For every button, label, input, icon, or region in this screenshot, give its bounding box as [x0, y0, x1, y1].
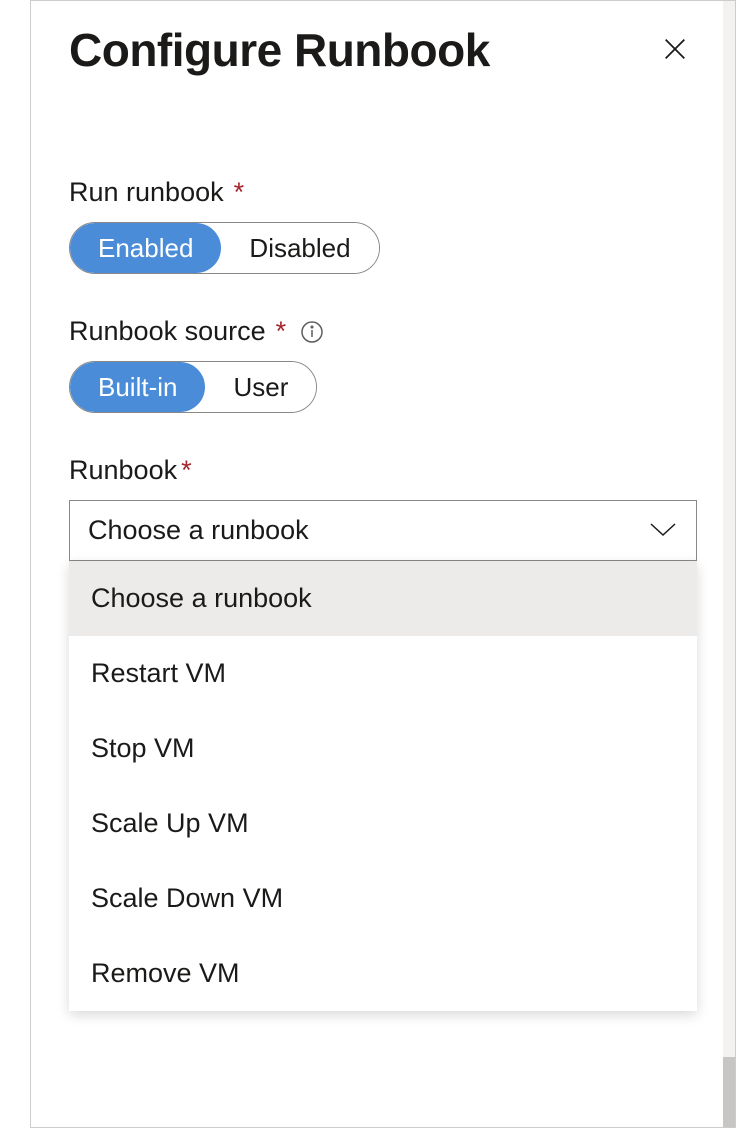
- configure-runbook-panel: Configure Runbook Run runbook * Enabled …: [30, 0, 736, 1128]
- scrollbar-thumb[interactable]: [723, 1057, 735, 1127]
- run-runbook-toggle: Enabled Disabled: [69, 222, 380, 274]
- runbook-source-label-text: Runbook source: [69, 316, 266, 347]
- run-runbook-label: Run runbook *: [69, 177, 697, 208]
- runbook-source-label: Runbook source *: [69, 316, 697, 347]
- runbook-source-toggle: Built-in User: [69, 361, 317, 413]
- runbook-source-field: Runbook source * Built-in User: [69, 316, 697, 413]
- runbook-option-restart-vm[interactable]: Restart VM: [69, 636, 697, 711]
- runbook-option-scale-up-vm[interactable]: Scale Up VM: [69, 786, 697, 861]
- runbook-option-placeholder[interactable]: Choose a runbook: [69, 561, 697, 636]
- run-runbook-enabled-option[interactable]: Enabled: [70, 223, 221, 273]
- runbook-source-builtin-option[interactable]: Built-in: [70, 362, 205, 412]
- run-runbook-field: Run runbook * Enabled Disabled: [69, 177, 697, 274]
- panel-title: Configure Runbook: [69, 23, 490, 77]
- runbook-dropdown-button[interactable]: Choose a runbook: [69, 500, 697, 561]
- required-asterisk: *: [181, 455, 192, 486]
- info-icon[interactable]: [300, 320, 324, 344]
- panel-content: Run runbook * Enabled Disabled Runbook s…: [31, 87, 735, 561]
- runbook-source-user-option[interactable]: User: [205, 362, 316, 412]
- panel-header: Configure Runbook: [31, 1, 735, 87]
- run-runbook-disabled-option[interactable]: Disabled: [221, 223, 378, 273]
- runbook-dropdown-list: Choose a runbook Restart VM Stop VM Scal…: [69, 561, 697, 1011]
- close-button[interactable]: [653, 28, 697, 72]
- runbook-option-stop-vm[interactable]: Stop VM: [69, 711, 697, 786]
- chevron-down-icon: [648, 515, 678, 546]
- runbook-field: Runbook * Choose a runbook Choose a runb…: [69, 455, 697, 561]
- runbook-label-text: Runbook: [69, 455, 177, 486]
- required-asterisk: *: [234, 177, 245, 208]
- scrollbar-track: [723, 1, 735, 1127]
- runbook-option-remove-vm[interactable]: Remove VM: [69, 936, 697, 1011]
- runbook-dropdown-selected: Choose a runbook: [88, 515, 309, 546]
- runbook-dropdown: Choose a runbook Choose a runbook Restar…: [69, 500, 697, 561]
- runbook-option-scale-down-vm[interactable]: Scale Down VM: [69, 861, 697, 936]
- close-icon: [661, 35, 689, 66]
- runbook-label: Runbook *: [69, 455, 697, 486]
- required-asterisk: *: [276, 316, 287, 347]
- run-runbook-label-text: Run runbook: [69, 177, 224, 208]
